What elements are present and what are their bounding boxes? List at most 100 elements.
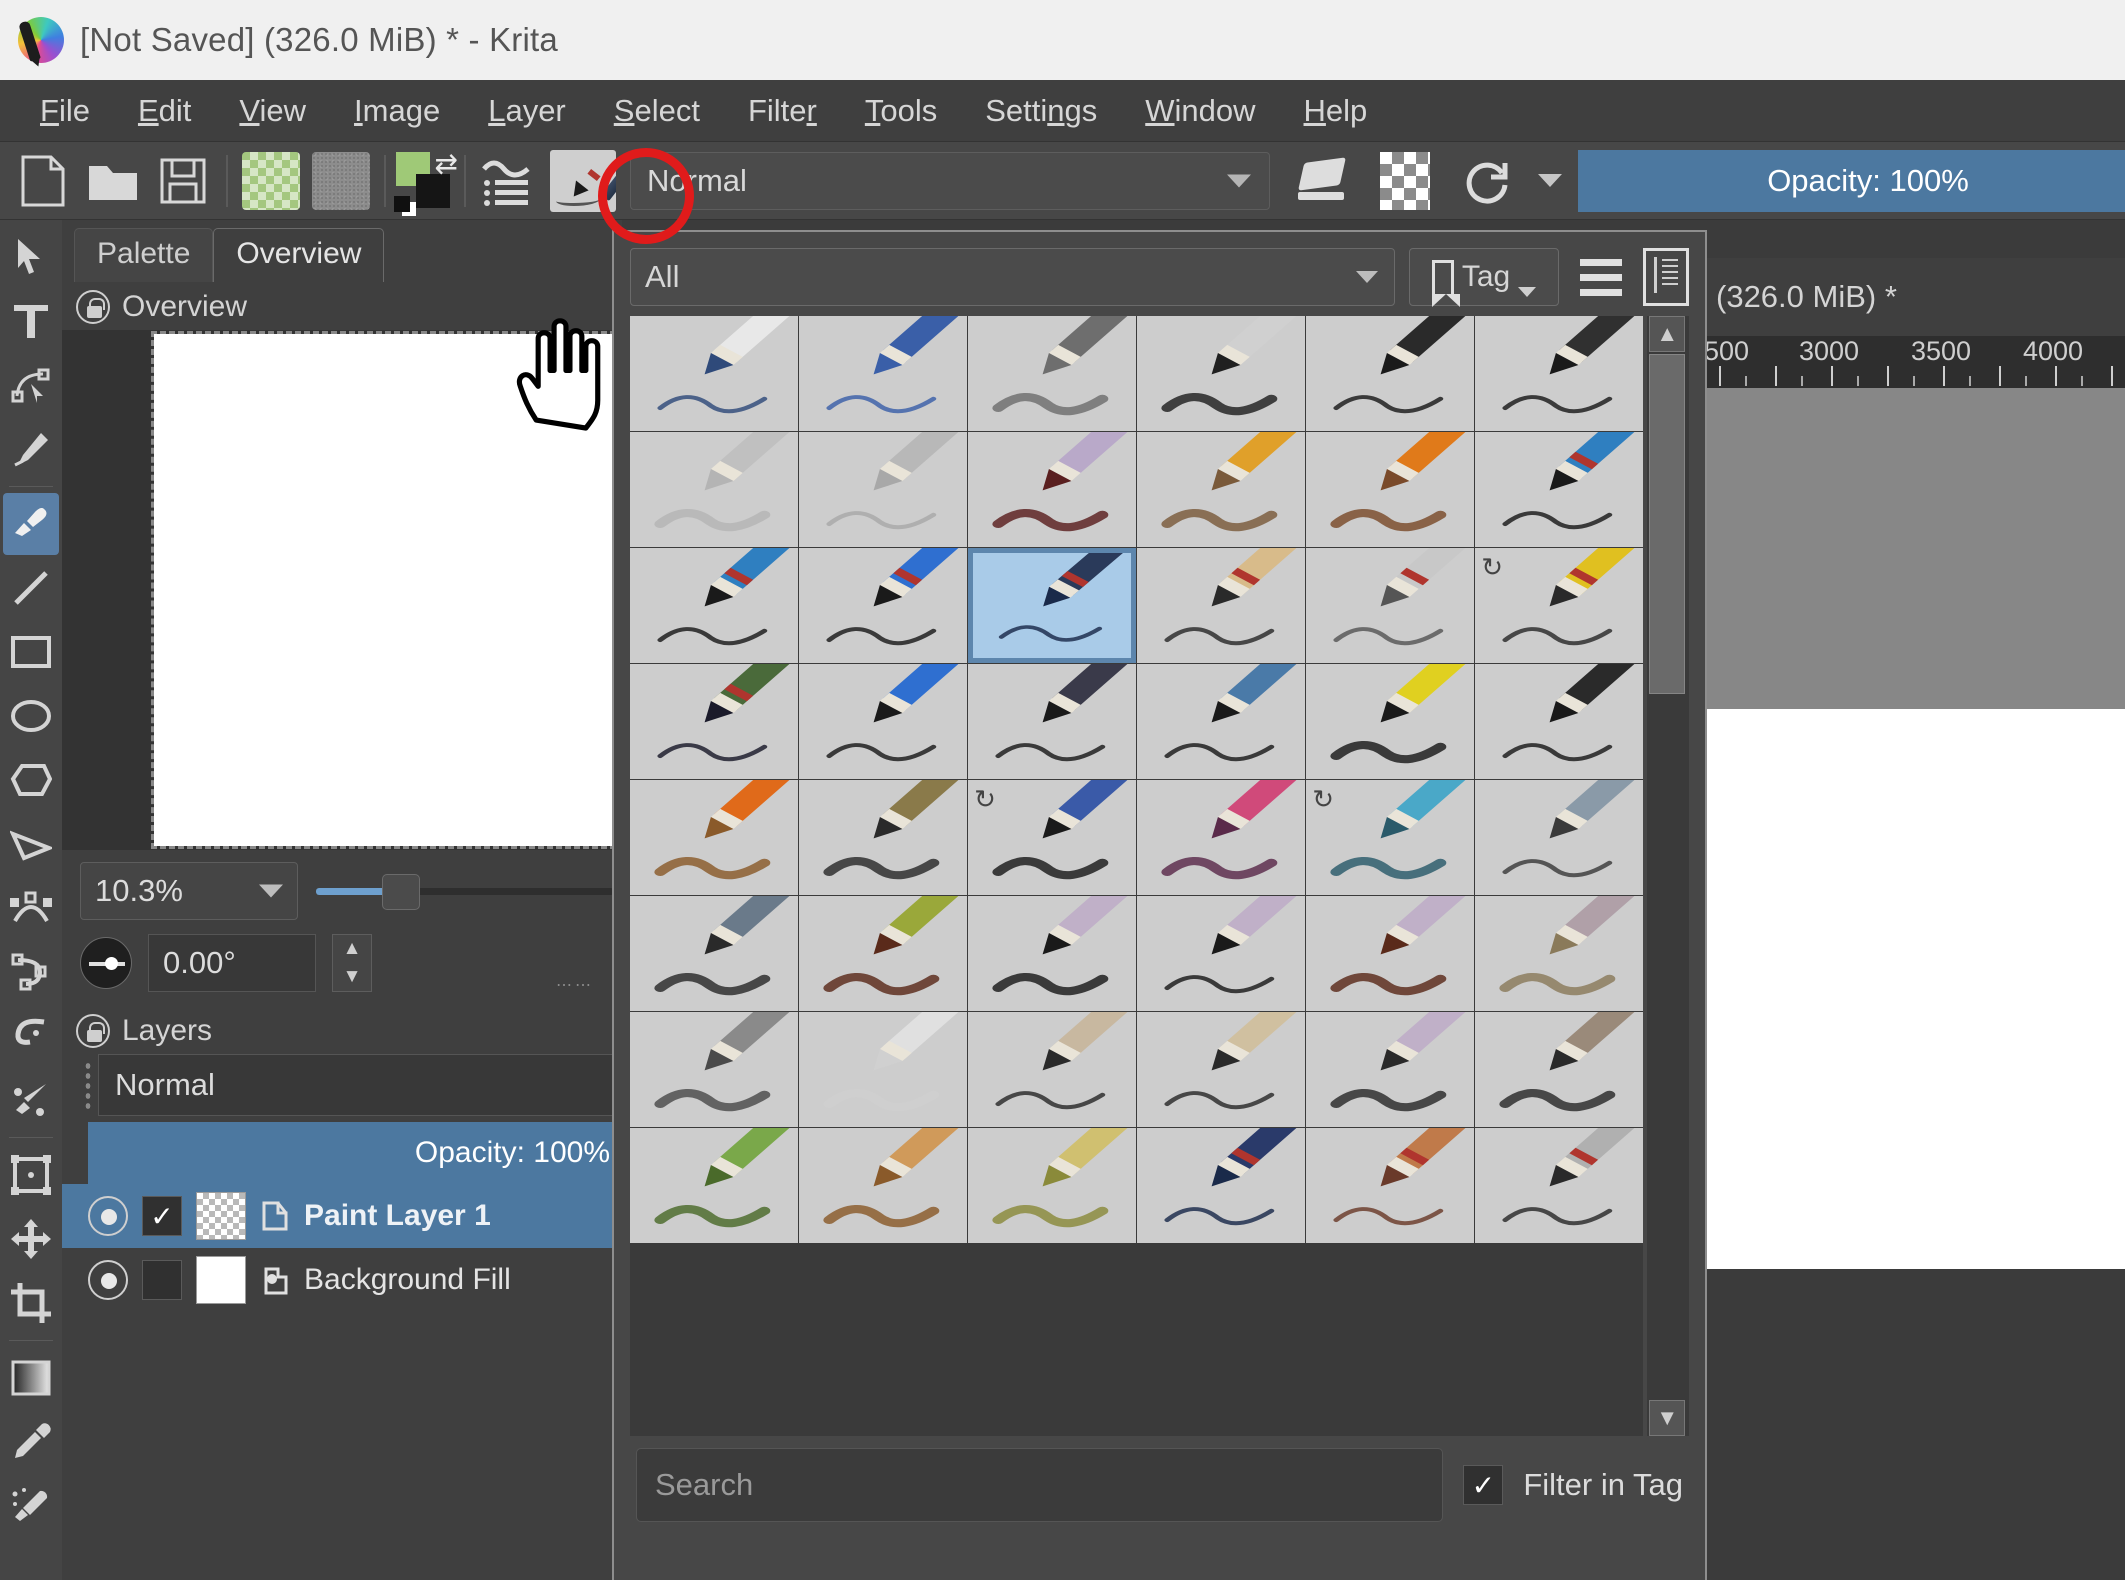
opacity-slider[interactable]: Opacity: 100%: [1578, 150, 2125, 212]
brush-preset-cell[interactable]: [1475, 1012, 1643, 1127]
search-input[interactable]: Search: [636, 1448, 1443, 1522]
filter-in-tag-checkbox[interactable]: ✓: [1463, 1465, 1503, 1505]
multibrush-tool[interactable]: [3, 1069, 59, 1131]
menu-view[interactable]: View: [215, 89, 330, 133]
brush-preset-cell[interactable]: [1137, 1012, 1305, 1127]
swap-colors-arrow-icon[interactable]: ⇄: [435, 150, 458, 178]
brush-preset-cell[interactable]: [1306, 548, 1474, 663]
brush-preset-cell[interactable]: [1475, 664, 1643, 779]
brush-preset-cell[interactable]: [1475, 316, 1643, 431]
menu-tools[interactable]: Tools: [841, 89, 961, 133]
brush-preset-cell[interactable]: [799, 548, 967, 663]
colorize-mask-tool[interactable]: [3, 1475, 59, 1537]
freehand-brush-tool[interactable]: [3, 493, 59, 555]
calligraphy-tool[interactable]: [3, 418, 59, 480]
new-document-icon[interactable]: [12, 150, 74, 212]
brush-presets-grid[interactable]: ↻: [630, 316, 1643, 1436]
brush-preset-cell[interactable]: [1306, 316, 1474, 431]
table-row[interactable]: Background Fill: [62, 1248, 622, 1312]
layer-opacity-slider[interactable]: Opacity: 100%: [88, 1122, 622, 1184]
canvas-document[interactable]: [1701, 709, 2125, 1269]
brush-preset-cell[interactable]: [968, 316, 1136, 431]
brush-preset-cell[interactable]: [1475, 780, 1643, 895]
brush-preset-cell[interactable]: ↻: [1475, 548, 1643, 663]
rotation-dial-icon[interactable]: [80, 937, 132, 989]
gradient-tool[interactable]: [3, 1347, 59, 1409]
brush-preset-cell[interactable]: [630, 1128, 798, 1243]
menu-file[interactable]: File: [16, 89, 114, 133]
brush-preset-pencil-icon[interactable]: [550, 150, 616, 212]
scrollbar-thumb[interactable]: [1649, 354, 1685, 694]
dynamic-brush-tool[interactable]: [3, 1005, 59, 1067]
blend-mode-combobox[interactable]: Normal: [630, 152, 1270, 210]
brush-preset-cell[interactable]: [630, 432, 798, 547]
brush-preset-cell[interactable]: [1137, 664, 1305, 779]
menu-edit[interactable]: Edit: [114, 89, 215, 133]
brush-preset-cell[interactable]: [1306, 1012, 1474, 1127]
preset-display-mode-icon[interactable]: [1643, 248, 1689, 306]
bezier-curve-tool[interactable]: [3, 877, 59, 939]
menu-filter[interactable]: Filter: [724, 89, 841, 133]
tab-overview[interactable]: Overview: [213, 228, 384, 282]
brush-preset-cell[interactable]: [1475, 1128, 1643, 1243]
save-floppy-icon[interactable]: [152, 150, 214, 212]
eye-visible-icon[interactable]: [88, 1196, 128, 1236]
gradient-checker-swatch-icon[interactable]: [240, 150, 302, 212]
brush-preset-cell[interactable]: [799, 1012, 967, 1127]
menu-settings[interactable]: Settings: [961, 89, 1121, 133]
transform-tool[interactable]: [3, 1144, 59, 1206]
brush-preset-cell[interactable]: [799, 780, 967, 895]
rotation-spinner[interactable]: ▲ ▼: [332, 934, 372, 992]
brush-preset-cell[interactable]: ↻: [968, 780, 1136, 895]
pattern-noise-swatch-icon[interactable]: [310, 150, 372, 212]
menu-window[interactable]: Window: [1121, 89, 1279, 133]
tag-button[interactable]: Tag: [1409, 248, 1559, 306]
brush-preset-cell[interactable]: [968, 432, 1136, 547]
brush-preset-cell[interactable]: [1475, 432, 1643, 547]
brush-preset-cell[interactable]: [1137, 1128, 1305, 1243]
brush-preset-cell[interactable]: [799, 316, 967, 431]
table-row[interactable]: ✓ Paint Layer 1: [62, 1184, 622, 1248]
scroll-down-arrow-icon[interactable]: ▼: [1649, 1400, 1685, 1436]
brush-preset-cell[interactable]: [968, 896, 1136, 1011]
brush-preset-cell[interactable]: [1137, 316, 1305, 431]
brush-preset-cell[interactable]: [1475, 896, 1643, 1011]
lock-open-icon[interactable]: [76, 290, 110, 324]
overview-thumbnail[interactable]: [62, 330, 622, 850]
alpha-checker-icon[interactable]: [1374, 150, 1436, 212]
reload-preset-icon[interactable]: [1456, 150, 1518, 212]
zoom-level-combobox[interactable]: 10.3%: [80, 862, 298, 920]
layer-lock-checkbox[interactable]: ✓: [142, 1196, 182, 1236]
chevron-down-icon[interactable]: [1538, 174, 1562, 187]
brush-preset-cell[interactable]: [630, 664, 798, 779]
text-tool[interactable]: [3, 290, 59, 352]
menu-help[interactable]: Help: [1280, 89, 1392, 133]
presets-scrollbar[interactable]: ▲ ▼: [1647, 316, 1689, 1436]
zoom-slider[interactable]: [316, 862, 614, 920]
ellipse-tool[interactable]: [3, 685, 59, 747]
line-tool[interactable]: [3, 557, 59, 619]
brush-preset-history-icon[interactable]: [478, 150, 540, 212]
brush-preset-cell[interactable]: [968, 1012, 1136, 1127]
menu-layer[interactable]: Layer: [464, 89, 590, 133]
color-sampler-tool[interactable]: [3, 1411, 59, 1473]
eye-visible-icon[interactable]: [88, 1260, 128, 1300]
foreground-background-color-icon[interactable]: ⇄: [394, 150, 456, 212]
freehand-path-tool[interactable]: [3, 941, 59, 1003]
brush-preset-cell[interactable]: [968, 664, 1136, 779]
edit-shapes-tool[interactable]: [3, 354, 59, 416]
brush-preset-cell[interactable]: [1306, 1128, 1474, 1243]
brush-preset-cell[interactable]: [630, 548, 798, 663]
brush-preset-cell[interactable]: [1306, 432, 1474, 547]
brush-preset-cell[interactable]: [1306, 896, 1474, 1011]
spin-down-icon[interactable]: ▼: [333, 963, 371, 991]
brush-preset-cell[interactable]: [1137, 432, 1305, 547]
brush-preset-cell[interactable]: [1306, 664, 1474, 779]
brush-preset-cell[interactable]: [799, 1128, 967, 1243]
brush-preset-cell[interactable]: [1137, 548, 1305, 663]
menu-image[interactable]: Image: [330, 89, 464, 133]
zoom-slider-handle[interactable]: [382, 874, 420, 910]
brush-preset-cell[interactable]: [968, 1128, 1136, 1243]
brush-preset-cell[interactable]: [630, 316, 798, 431]
spin-up-icon[interactable]: ▲: [333, 935, 371, 963]
